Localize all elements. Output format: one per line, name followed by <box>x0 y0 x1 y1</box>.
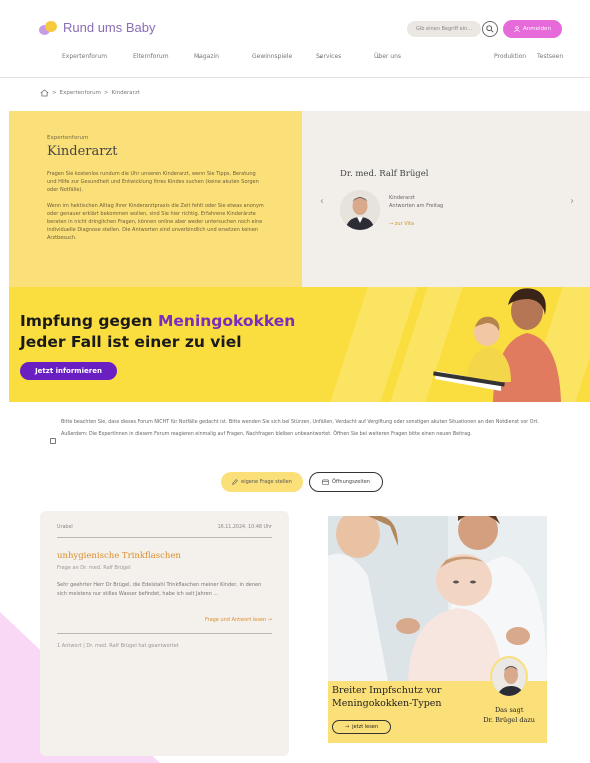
home-icon[interactable] <box>40 89 49 97</box>
breadcrumb-item-kinderarzt: Kinderarzt <box>111 90 140 96</box>
search-input[interactable]: Gib einen Begriff ein... <box>407 21 481 37</box>
logo[interactable]: Rund ums Baby <box>39 20 156 35</box>
question-category: Urabel <box>57 525 73 530</box>
pencil-icon <box>232 479 238 485</box>
expert-panel: ‹ › Dr. med. Ralf Brügel Kinderarzt Antw… <box>302 111 590 287</box>
forum-eyebrow: Expertenforum <box>47 135 89 141</box>
question-date: 16.11.2024, 10:48 Uhr <box>217 525 272 530</box>
question-title[interactable]: unhygienische Trinkflaschen <box>57 551 181 561</box>
opening-hours-button[interactable]: Öffnungszeiten <box>309 472 383 492</box>
ad-banner-meningokokken[interactable]: Impfung gegen Meningokokken Jeder Fall i… <box>9 287 590 402</box>
chevron-down-icon: ⌄ <box>318 53 324 60</box>
expert-name: Dr. med. Ralf Brügel <box>340 169 429 179</box>
expert-vita-link[interactable]: → zur Vita <box>389 221 414 227</box>
chevron-down-icon: ⌄ <box>196 53 202 60</box>
page-title: Kinderarzt <box>47 144 118 159</box>
login-button[interactable]: Anmelden <box>503 20 562 38</box>
divider <box>57 537 272 538</box>
intro-paragraph-1: Fragen Sie kostenlos rundum die Uhr unse… <box>47 171 259 193</box>
search-button[interactable] <box>482 21 498 37</box>
info-icon <box>50 438 56 444</box>
question-subtitle: Frage an Dr. med. Ralf Brügel <box>57 565 131 571</box>
expert-avatar <box>490 656 528 698</box>
breadcrumb-item-expertenforum[interactable]: Expertenforum <box>60 90 101 96</box>
expert-info: Kinderarzt Antworten am Freitag <box>389 195 444 209</box>
logo-text: Rund ums Baby <box>63 20 156 35</box>
read-more-link[interactable]: Frage und Antwort lesen → <box>205 617 272 623</box>
expert-avatar <box>340 190 380 230</box>
prev-arrow-icon[interactable]: ‹ <box>320 196 324 207</box>
forum-intro: Expertenforum Kinderarzt Fragen Sie kost… <box>9 111 302 287</box>
ad2-headline: Breiter Impfschutz vor Meningokokken-Type… <box>332 685 442 709</box>
user-icon <box>514 26 520 32</box>
arrow-right-icon: → <box>344 724 350 730</box>
chevron-down-icon: ⌄ <box>376 53 382 60</box>
mother-child-image <box>433 288 561 402</box>
breadcrumb: > Expertenforum > Kinderarzt <box>40 89 140 97</box>
question-meta: Urabel 16.11.2024, 10:48 Uhr <box>57 525 272 530</box>
logo-icon <box>39 20 57 35</box>
calendar-icon <box>322 479 329 485</box>
forum-notice: Bitte beachten Sie, dass dieses Forum NI… <box>61 419 556 439</box>
search-placeholder: Gib einen Begriff ein... <box>416 26 473 32</box>
question-excerpt: Sehr geehrter Herr Dr Brügel, die Edelst… <box>57 582 262 597</box>
site-header: Rund ums Baby Gib einen Begriff ein... A… <box>0 0 590 78</box>
ad-cta-button[interactable]: Jetzt informieren <box>20 362 117 380</box>
ad2-read-button[interactable]: → jetzt lesen <box>332 720 391 734</box>
arrow-right-icon: → <box>267 617 272 623</box>
ad2-quote: Das sagt Dr. Brügel dazu <box>483 706 535 724</box>
login-label: Anmelden <box>523 26 551 32</box>
next-arrow-icon[interactable]: › <box>570 196 574 207</box>
ad-impfschutz[interactable]: Breiter Impfschutz vor Meningokokken-Type… <box>328 516 547 743</box>
notice-text-2: Außerdem: Die ExpertInnen in diesem Foru… <box>61 432 472 437</box>
question-card[interactable]: Urabel 16.11.2024, 10:48 Uhr unhygienisc… <box>40 511 289 756</box>
notice-text-1: Bitte beachten Sie, dass dieses Forum NI… <box>61 420 539 425</box>
ask-question-button[interactable]: eigene Frage stellen <box>221 472 303 492</box>
intro-paragraph-2: Wenn im hektischen Alltag Ihrer Kinderar… <box>47 203 264 241</box>
answer-status: 1 Antwort | Dr. med. Ralf Brügel hat gea… <box>57 643 179 649</box>
search-icon <box>486 25 494 33</box>
divider <box>57 633 272 634</box>
ad-headline: Impfung gegen Meningokokken Jeder Fall i… <box>20 312 296 351</box>
